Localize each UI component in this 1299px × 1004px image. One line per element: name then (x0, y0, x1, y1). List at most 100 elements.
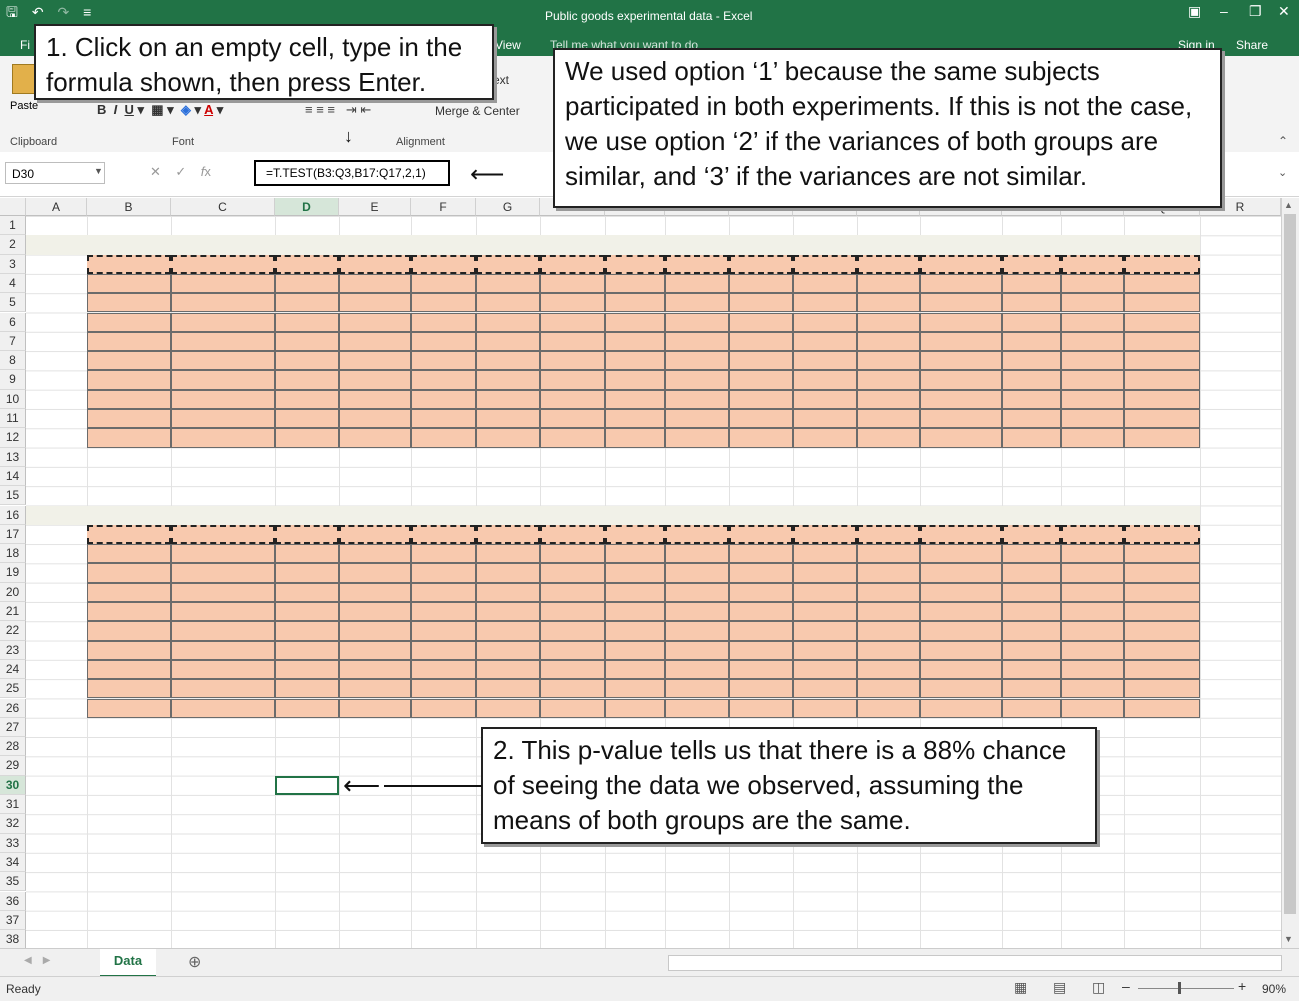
data-cell[interactable] (411, 640, 476, 660)
row-header[interactable]: 3 (0, 254, 26, 274)
data-cell[interactable] (411, 351, 476, 371)
data-cell[interactable] (605, 544, 665, 564)
data-cell[interactable] (275, 582, 339, 602)
data-cell[interactable] (1124, 273, 1200, 294)
data-cell[interactable] (275, 254, 339, 274)
close-icon[interactable]: ✕ (1278, 3, 1290, 20)
period-cell[interactable] (26, 621, 87, 640)
data-cell[interactable] (1002, 331, 1061, 352)
zoom-out-icon[interactable]: – (1122, 978, 1130, 994)
data-cell[interactable] (275, 524, 339, 545)
data-cell[interactable] (1002, 524, 1061, 545)
font-format-icons[interactable]: B I U ▾ ▦ ▾ ◈ ▾ A ▾ (97, 102, 223, 118)
data-cell[interactable] (920, 698, 1002, 718)
data-cell[interactable] (793, 293, 857, 313)
data-cell[interactable] (87, 273, 171, 294)
data-cell[interactable] (605, 389, 665, 409)
data-cell[interactable] (476, 679, 540, 699)
paste-icon[interactable] (12, 64, 36, 94)
data-cell[interactable] (665, 389, 729, 409)
formula-input[interactable]: =T.TEST(B3:Q3,B17:Q17,2,1) (254, 160, 450, 186)
data-cell[interactable] (793, 544, 857, 564)
scroll-down-icon[interactable]: ▼ (1284, 934, 1293, 944)
row-header[interactable]: 33 (0, 833, 26, 853)
row-header[interactable]: 30 (0, 775, 26, 795)
data-cell[interactable] (605, 351, 665, 371)
data-cell[interactable] (476, 370, 540, 390)
data-cell[interactable] (665, 312, 729, 332)
data-cell[interactable] (1002, 409, 1061, 429)
data-cell[interactable] (476, 524, 540, 545)
data-cell[interactable] (1061, 351, 1124, 371)
data-cell[interactable] (275, 351, 339, 371)
data-cell[interactable] (411, 273, 476, 294)
data-cell[interactable] (540, 698, 605, 718)
data-cell[interactable] (729, 293, 793, 313)
data-cell[interactable] (665, 582, 729, 602)
data-cell[interactable] (605, 331, 665, 352)
data-cell[interactable] (857, 331, 920, 352)
data-cell[interactable] (540, 389, 605, 409)
data-cell[interactable] (857, 524, 920, 545)
data-cell[interactable] (1124, 331, 1200, 352)
row-header[interactable]: 10 (0, 389, 26, 409)
data-cell[interactable] (275, 370, 339, 390)
data-cell[interactable] (540, 273, 605, 294)
data-cell[interactable] (920, 563, 1002, 583)
data-cell[interactable] (87, 563, 171, 583)
data-cell[interactable] (1124, 389, 1200, 409)
data-cell[interactable] (339, 293, 411, 313)
data-cell[interactable] (171, 602, 275, 622)
data-cell[interactable] (920, 293, 1002, 313)
data-cell[interactable] (275, 621, 339, 641)
row-header[interactable]: 11 (0, 409, 26, 429)
data-cell[interactable] (171, 544, 275, 564)
data-cell[interactable] (87, 370, 171, 390)
data-cell[interactable] (411, 602, 476, 622)
data-cell[interactable] (605, 273, 665, 294)
data-cell[interactable] (1061, 254, 1124, 274)
row-header[interactable]: 1 (0, 216, 26, 236)
data-cell[interactable] (1061, 273, 1124, 294)
data-cell[interactable] (665, 698, 729, 718)
data-cell[interactable] (171, 582, 275, 602)
data-cell[interactable] (605, 640, 665, 660)
zoom-slider-thumb[interactable] (1178, 982, 1181, 994)
data-cell[interactable] (411, 293, 476, 313)
data-cell[interactable] (476, 698, 540, 718)
data-cell[interactable] (793, 602, 857, 622)
data-cell[interactable] (1061, 331, 1124, 352)
period-cell[interactable] (26, 563, 87, 582)
row-header[interactable]: 31 (0, 795, 26, 815)
data-cell[interactable] (857, 563, 920, 583)
data-cell[interactable] (411, 582, 476, 602)
new-sheet-icon[interactable]: ⊕ (188, 952, 201, 972)
data-cell[interactable] (275, 698, 339, 718)
data-cell[interactable] (171, 409, 275, 429)
data-cell[interactable] (275, 679, 339, 699)
data-cell[interactable] (1061, 312, 1124, 332)
data-cell[interactable] (1061, 544, 1124, 564)
data-cell[interactable] (540, 351, 605, 371)
data-cell[interactable] (1002, 293, 1061, 313)
period-cell[interactable] (26, 274, 87, 293)
data-cell[interactable] (87, 524, 171, 545)
data-cell[interactable] (476, 293, 540, 313)
period-cell[interactable] (26, 679, 87, 698)
data-cell[interactable] (729, 524, 793, 545)
data-cell[interactable] (275, 389, 339, 409)
scroll-thumb[interactable] (1284, 214, 1296, 914)
row-header[interactable]: 19 (0, 563, 26, 583)
data-cell[interactable] (1002, 640, 1061, 660)
data-cell[interactable] (920, 659, 1002, 680)
data-cell[interactable] (729, 640, 793, 660)
data-cell[interactable] (793, 331, 857, 352)
data-cell[interactable] (1124, 524, 1200, 545)
data-cell[interactable] (476, 351, 540, 371)
data-cell[interactable] (729, 659, 793, 680)
row-header[interactable]: 36 (0, 891, 26, 911)
data-cell[interactable] (729, 428, 793, 448)
data-cell[interactable] (275, 544, 339, 564)
data-cell[interactable] (87, 602, 171, 622)
data-cell[interactable] (87, 428, 171, 448)
